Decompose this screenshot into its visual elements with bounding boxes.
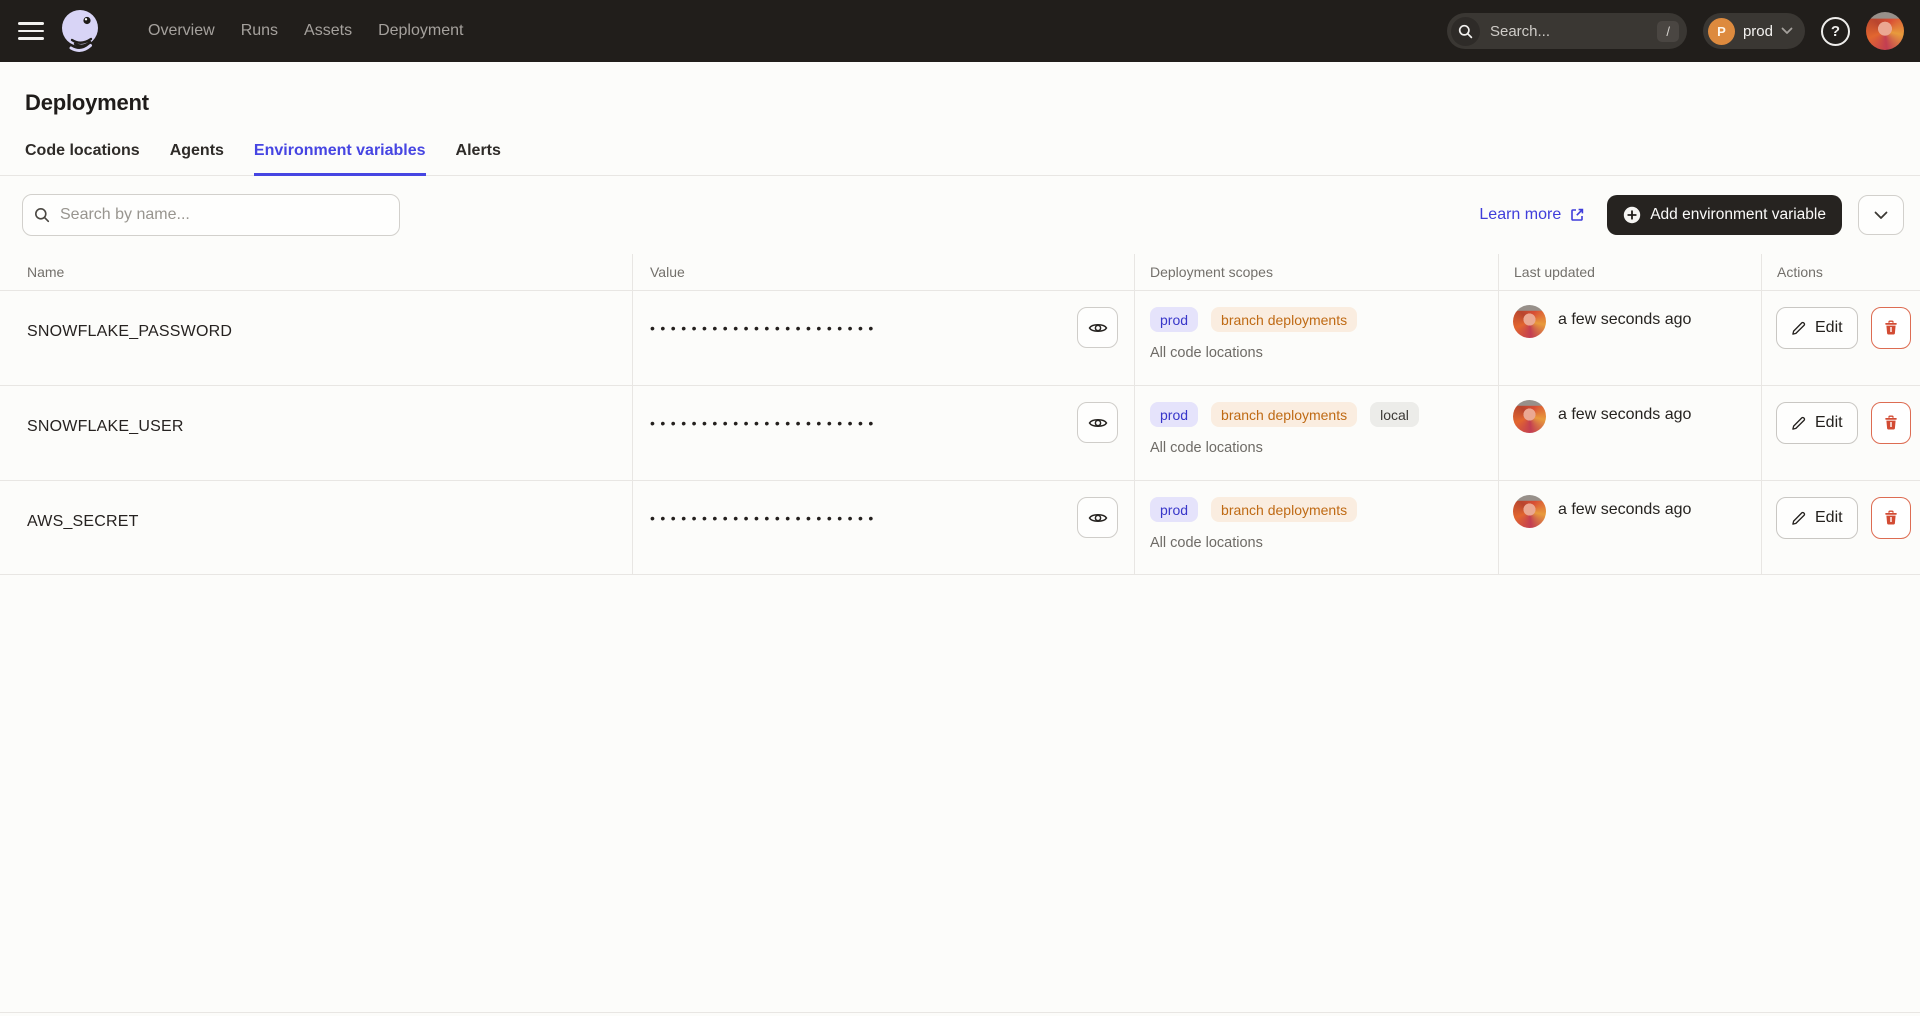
scope-badge-branch-deployments: branch deployments — [1211, 307, 1357, 332]
plus-icon — [1623, 206, 1641, 224]
last-updated-text: a few seconds ago — [1558, 406, 1691, 424]
avatar — [1513, 495, 1546, 528]
scope-badge-branch-deployments: branch deployments — [1211, 497, 1357, 522]
scope-badge-prod: prod — [1150, 402, 1198, 427]
env-var-name: AWS_SECRET — [0, 481, 633, 574]
scope-badge-prod: prod — [1150, 307, 1198, 332]
env-var-name: SNOWFLAKE_USER — [0, 386, 633, 480]
search-icon — [34, 207, 50, 223]
code-locations-text: All code locations — [1150, 535, 1488, 551]
more-options-button[interactable] — [1858, 195, 1904, 235]
nav-item-runs[interactable]: Runs — [241, 22, 278, 40]
nav-right-group: Search... / P prod ? — [1447, 12, 1904, 50]
nav-item-overview[interactable]: Overview — [148, 22, 215, 40]
column-header-last-updated: Last updated — [1499, 254, 1762, 290]
chevron-down-icon — [1781, 27, 1793, 35]
edit-button[interactable]: Edit — [1776, 497, 1858, 539]
global-search-placeholder: Search... — [1490, 23, 1647, 40]
dagster-logo-icon[interactable] — [58, 7, 102, 55]
edit-button-label: Edit — [1815, 509, 1843, 527]
top-nav: Overview Runs Assets Deployment Search..… — [0, 0, 1920, 62]
edit-button[interactable]: Edit — [1776, 402, 1858, 444]
table-row: SNOWFLAKE_USER •••••••••••••••••••••• pr… — [0, 385, 1920, 480]
eye-icon — [1088, 416, 1108, 430]
code-locations-text: All code locations — [1150, 345, 1488, 361]
tab-agents[interactable]: Agents — [170, 142, 224, 175]
column-header-actions: Actions — [1762, 254, 1920, 290]
masked-value: •••••••••••••••••••••• — [650, 508, 879, 528]
trash-icon — [1883, 320, 1899, 336]
window-bottom-divider — [0, 1012, 1920, 1013]
trash-icon — [1883, 415, 1899, 431]
last-updated-text: a few seconds ago — [1558, 501, 1691, 519]
nav-item-deployment[interactable]: Deployment — [378, 22, 463, 40]
search-shortcut-key: / — [1657, 21, 1679, 42]
table-header-row: Name Value Deployment scopes Last update… — [0, 254, 1920, 290]
reveal-value-button[interactable] — [1077, 402, 1118, 443]
pencil-icon — [1791, 321, 1806, 336]
trash-icon — [1883, 510, 1899, 526]
global-search-input[interactable]: Search... / — [1447, 13, 1687, 49]
env-vars-table: Name Value Deployment scopes Last update… — [0, 254, 1920, 575]
chevron-down-icon — [1874, 211, 1888, 220]
reveal-value-button[interactable] — [1077, 307, 1118, 348]
octopus-icon — [58, 7, 102, 55]
help-icon[interactable]: ? — [1821, 17, 1850, 46]
nav-item-assets[interactable]: Assets — [304, 22, 352, 40]
primary-nav: Overview Runs Assets Deployment — [148, 22, 463, 40]
edit-button-label: Edit — [1815, 414, 1843, 432]
delete-button[interactable] — [1871, 497, 1911, 539]
env-vars-toolbar: Learn more Add environment variable — [0, 176, 1920, 254]
deployment-avatar: P — [1708, 18, 1735, 45]
pencil-icon — [1791, 416, 1806, 431]
table-row: SNOWFLAKE_PASSWORD •••••••••••••••••••••… — [0, 290, 1920, 385]
delete-button[interactable] — [1871, 307, 1911, 349]
pencil-icon — [1791, 511, 1806, 526]
deployment-name: prod — [1743, 23, 1773, 40]
tab-alerts[interactable]: Alerts — [456, 142, 501, 175]
edit-button-label: Edit — [1815, 319, 1843, 337]
eye-icon — [1088, 321, 1108, 335]
scope-badge-local: local — [1370, 402, 1419, 427]
masked-value: •••••••••••••••••••••• — [650, 318, 879, 338]
avatar — [1513, 305, 1546, 338]
column-header-value: Value — [633, 254, 1135, 290]
last-updated-text: a few seconds ago — [1558, 311, 1691, 329]
tab-environment-variables[interactable]: Environment variables — [254, 142, 426, 175]
eye-icon — [1088, 511, 1108, 525]
masked-value: •••••••••••••••••••••• — [650, 413, 879, 433]
reveal-value-button[interactable] — [1077, 497, 1118, 538]
edit-button[interactable]: Edit — [1776, 307, 1858, 349]
user-avatar[interactable] — [1866, 12, 1904, 50]
deployment-switcher[interactable]: P prod — [1703, 13, 1805, 49]
learn-more-link[interactable]: Learn more — [1479, 206, 1585, 224]
scope-badge-branch-deployments: branch deployments — [1211, 402, 1357, 427]
learn-more-label: Learn more — [1479, 206, 1561, 224]
table-row: AWS_SECRET •••••••••••••••••••••• prod b… — [0, 480, 1920, 575]
tab-code-locations[interactable]: Code locations — [25, 142, 140, 175]
column-header-name: Name — [0, 254, 633, 290]
external-link-icon — [1569, 207, 1585, 223]
code-locations-text: All code locations — [1150, 440, 1488, 456]
tab-bar: Code locations Agents Environment variab… — [0, 142, 1920, 176]
delete-button[interactable] — [1871, 402, 1911, 444]
env-var-name: SNOWFLAKE_PASSWORD — [0, 291, 633, 385]
column-header-deployment-scopes: Deployment scopes — [1135, 254, 1499, 290]
page-title: Deployment — [0, 62, 1920, 116]
add-environment-variable-button[interactable]: Add environment variable — [1607, 195, 1842, 235]
search-icon — [1451, 17, 1480, 46]
scope-badge-prod: prod — [1150, 497, 1198, 522]
add-environment-variable-label: Add environment variable — [1650, 206, 1826, 224]
menu-icon[interactable] — [18, 22, 44, 40]
search-by-name-input[interactable] — [22, 194, 400, 236]
search-by-name-box — [22, 194, 400, 236]
avatar — [1513, 400, 1546, 433]
